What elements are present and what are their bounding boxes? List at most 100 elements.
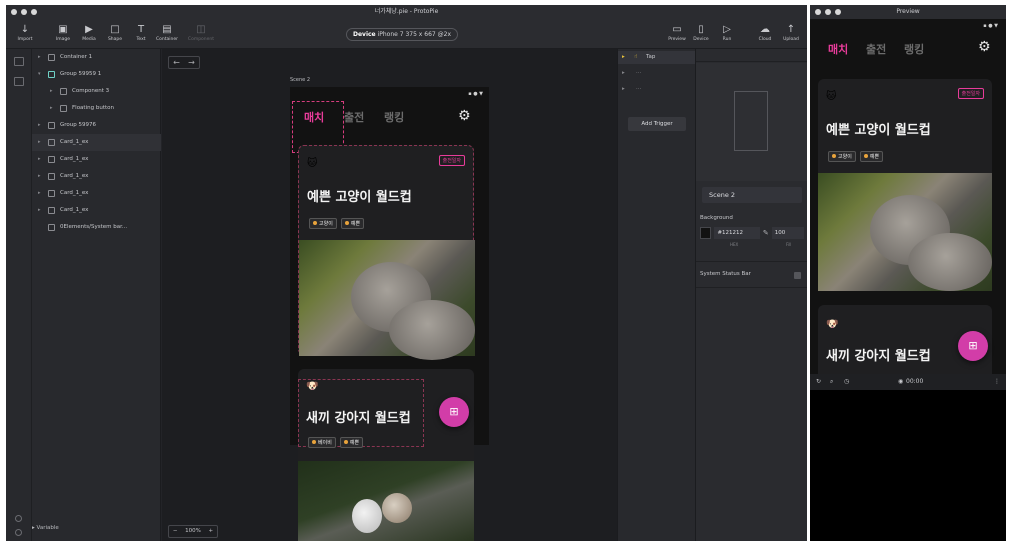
more-icon[interactable]: ⋮ [994, 374, 1000, 390]
assets-tab-icon[interactable] [14, 77, 24, 86]
gear-icon[interactable]: ⚙ [458, 108, 471, 124]
container-layer-icon [48, 122, 55, 129]
back-arrow-icon[interactable]: ← [169, 57, 184, 68]
canvas[interactable]: ← → Scene 2 ▪ ● ▼ 매치 출전 랭킹 ⚙ 🐱 출전일자 예쁜 고… [162, 49, 617, 541]
import-button[interactable]: ↓ Import [10, 24, 40, 43]
preview-screen[interactable]: ▪ ● ▼ 매치 출전 랭킹 ⚙ 🐱 출전일자 예쁜 고양이 월드컵 고양이 예… [810, 19, 1006, 374]
cat-card[interactable]: 🐱 출전일자 예쁜 고양이 월드컵 고양이 예쁜 [818, 79, 992, 291]
upload-button[interactable]: ↑ Upload [776, 24, 806, 43]
zoom-light[interactable] [835, 9, 841, 15]
expand-arrow-icon[interactable]: ▸ [38, 202, 41, 219]
add-trigger-button[interactable]: Add Trigger [628, 117, 686, 131]
settings-icon[interactable] [15, 529, 22, 536]
minimize-light[interactable] [21, 9, 27, 15]
tab-entry[interactable]: 출전 [866, 41, 886, 57]
layer-row[interactable]: ▾ Group 59959 1 [32, 66, 161, 83]
eyedropper-icon[interactable]: ✎ [763, 227, 769, 240]
gear-icon[interactable]: ⚙ [978, 39, 991, 55]
layer-row[interactable]: ▸ Floating button [32, 100, 161, 117]
minimize-light[interactable] [825, 9, 831, 15]
forward-arrow-icon[interactable]: → [184, 57, 199, 68]
expand-arrow-icon[interactable]: ▸ [38, 185, 41, 202]
layer-row[interactable]: ▸ Card_1_ex [32, 134, 161, 151]
layers-tab-icon[interactable] [14, 57, 24, 66]
dog-card[interactable]: 🐶 새끼 강아지 월드컵 베이비 예쁜 [298, 369, 474, 541]
zoom-out-button[interactable]: − [173, 526, 178, 537]
preview-window: Preview ▪ ● ▼ 매치 출전 랭킹 ⚙ 🐱 출전일자 예쁜 고양이 월… [810, 5, 1006, 541]
window-controls[interactable] [11, 9, 37, 15]
expand-arrow-icon[interactable]: ▸ [38, 49, 41, 66]
cat-body-shape [389, 300, 475, 360]
layer-row[interactable]: ▸ Container 1 [32, 49, 161, 66]
inspect-icon[interactable]: ⌕ [830, 374, 833, 390]
preview-title-bar: Preview [810, 5, 1006, 19]
container-layer-icon [60, 105, 67, 112]
close-light[interactable] [11, 9, 17, 15]
zoom-level[interactable]: 100% [185, 526, 201, 537]
response-row[interactable]: ▸ ⋯ [618, 67, 696, 80]
card-title: 새끼 강아지 월드컵 [306, 411, 411, 426]
scene-nav: ← → [168, 56, 200, 69]
background-color-row: #121212 ✎ 100 [700, 227, 805, 240]
import-icon: ↓ [20, 24, 30, 35]
tab-ranking[interactable]: 랭킹 [384, 109, 404, 125]
divider [696, 287, 807, 288]
alignment-toolbar[interactable] [696, 49, 807, 62]
expand-arrow-icon[interactable]: ▸ [38, 117, 41, 134]
expand-arrow-icon[interactable]: ▸ [38, 151, 41, 168]
zoom-in-button[interactable]: + [209, 526, 214, 537]
dog-emoji-icon: 🐶 [826, 319, 839, 330]
tab-match[interactable]: 매치 [304, 109, 324, 125]
tab-ranking[interactable]: 랭킹 [904, 41, 924, 57]
scene-name-field[interactable]: Scene 2 [702, 187, 802, 203]
divider [696, 261, 807, 262]
run-button[interactable]: ▷ Run [712, 24, 742, 43]
collapse-arrow-icon[interactable]: ▾ [38, 66, 41, 83]
recorder-icon[interactable]: ◷ [844, 374, 849, 390]
container-button[interactable]: ▤ Container [152, 24, 182, 43]
color-swatch[interactable] [700, 227, 712, 239]
tag-list: 고양이 예쁜 [828, 151, 884, 162]
layer-row[interactable]: ▸ Card_1_ex [32, 202, 161, 219]
background-label: Background [700, 215, 733, 221]
layer-row[interactable]: ▸ Card_1_ex [32, 168, 161, 185]
tag: 예쁜 [859, 151, 884, 162]
layer-row[interactable]: ▸ Component 3 [32, 83, 161, 100]
expand-arrow-icon[interactable]: ▸ [38, 168, 41, 185]
zoom-light[interactable] [31, 9, 37, 15]
status-bar: ▪ ● ▼ [468, 91, 483, 97]
component-button[interactable]: ◫ Component [186, 24, 216, 43]
expand-arrow-icon[interactable]: ▸ [38, 134, 41, 151]
floating-button[interactable]: ⊞ [439, 397, 469, 427]
layer-row[interactable]: ▸ Card_1_ex [32, 185, 161, 202]
floating-button[interactable]: ⊞ [958, 331, 988, 361]
phone-artboard[interactable]: ▪ ● ▼ 매치 출전 랭킹 ⚙ 🐱 출전일자 예쁜 고양이 월드컵 고양이 예… [290, 87, 489, 541]
device-selector[interactable]: Device iPhone 7 375 x 667 @2x [346, 28, 458, 41]
opacity-input[interactable]: 100 [771, 227, 805, 239]
user-icon[interactable] [15, 515, 22, 522]
trigger-row[interactable]: ▸ ☝ Tap [618, 51, 696, 64]
zoom-control: − 100% + [168, 525, 218, 538]
cat-card[interactable]: 🐱 출전일자 예쁜 고양이 월드컵 고양이 예쁜 [298, 145, 475, 360]
tab-entry[interactable]: 출전 [344, 109, 364, 125]
hex-caption: HEX [730, 242, 739, 247]
variable-section[interactable]: ▸ Variable [32, 525, 59, 531]
expand-arrow-icon[interactable]: ▸ [50, 100, 53, 117]
response-row[interactable]: ▸ ⋯ [618, 83, 696, 96]
expand-arrow-icon[interactable]: ▸ [50, 83, 53, 100]
component-layer-icon [60, 88, 67, 95]
container-icon: ▤ [162, 24, 172, 35]
cat-emoji-icon: 🐱 [307, 158, 318, 169]
close-light[interactable] [815, 9, 821, 15]
status-bar-checkbox[interactable] [794, 272, 801, 279]
hex-input[interactable]: #121212 [714, 227, 760, 239]
window-title: 너가체냥.pie - ProtoPie [374, 8, 439, 15]
tab-match[interactable]: 매치 [828, 41, 848, 57]
layer-row[interactable]: ▸ Group 59976 [32, 117, 161, 134]
window-controls[interactable] [815, 9, 841, 15]
layer-row[interactable]: ▸ Card_1_ex [32, 151, 161, 168]
reload-icon[interactable]: ↻ [816, 374, 821, 390]
container-layer-icon [48, 156, 55, 163]
layer-row[interactable]: 0Elements/System bar... [32, 219, 161, 236]
container-layer-icon [48, 173, 55, 180]
